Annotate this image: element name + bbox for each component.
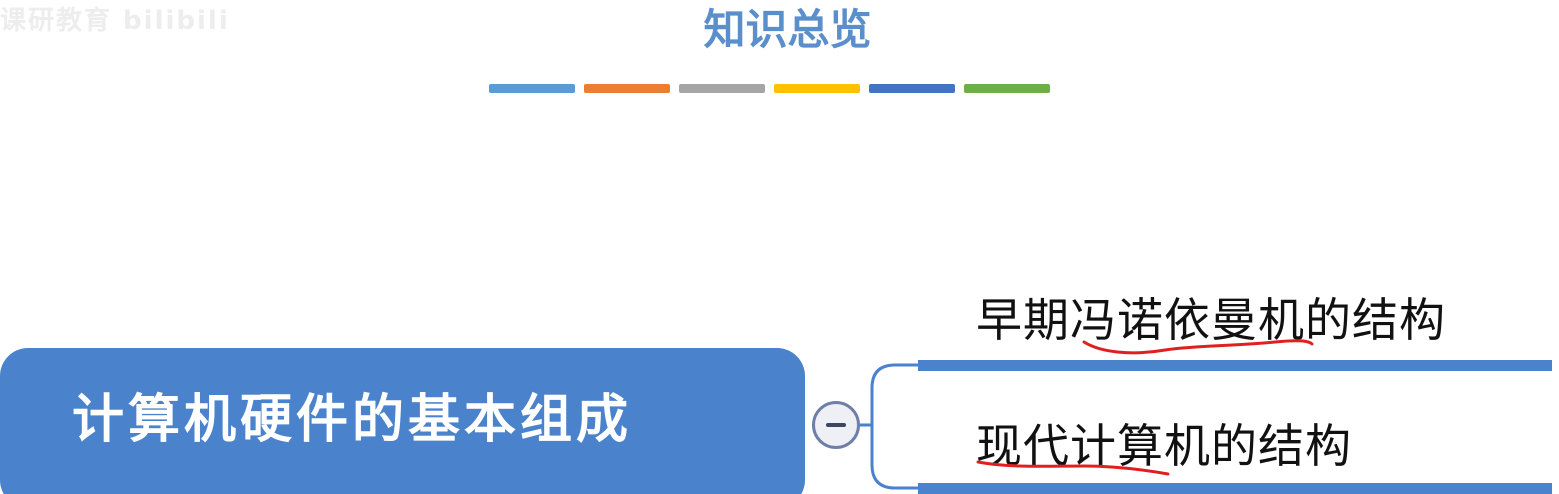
mindmap-root-node[interactable]: 计算机硬件的基本组成 [0, 348, 805, 494]
page-title: 知识总览 [703, 5, 872, 54]
branch-underline [918, 483, 1552, 494]
slide-canvas: 课研教育 bilibili 知识总览 计算机硬件的基本组成 早期冯诺依曼机的结构… [0, 0, 1559, 494]
color-bar [679, 84, 765, 93]
color-bar [869, 84, 955, 93]
branch-node-early-von-neumann[interactable]: 早期冯诺依曼机的结构 [976, 284, 1446, 350]
root-node-label: 计算机硬件的基本组成 [72, 389, 633, 450]
branch-underline [918, 360, 1552, 371]
color-bar [774, 84, 860, 93]
color-bar [964, 84, 1050, 93]
minus-icon [826, 423, 846, 427]
color-bar [584, 84, 670, 93]
color-bar-row [489, 84, 1050, 94]
color-bar [489, 84, 575, 93]
collapse-toggle-button[interactable] [812, 401, 860, 449]
branch-node-modern-computer[interactable]: 现代计算机的结构 [976, 410, 1352, 476]
